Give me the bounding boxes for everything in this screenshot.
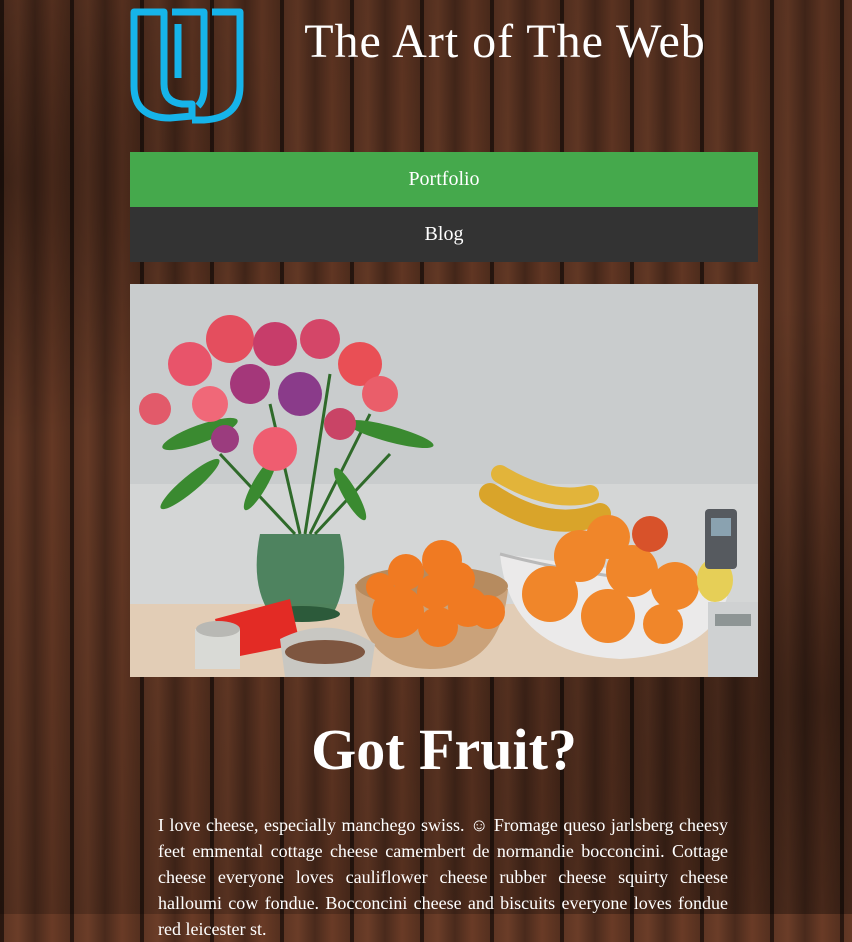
site-title: The Art of The Web — [304, 15, 706, 68]
article-title: Got Fruit? — [311, 717, 577, 782]
site-header: The Art of The Web — [130, 6, 758, 126]
main-nav: Portfolio Blog — [130, 152, 758, 262]
nav-item-portfolio[interactable]: Portfolio — [130, 152, 758, 207]
article-body: I love cheese, especially manchego swiss… — [158, 815, 728, 939]
fruit-and-flowers-photo — [130, 284, 758, 677]
udacity-u-logo-icon[interactable] — [130, 6, 245, 124]
nav-item-blog[interactable]: Blog — [130, 207, 758, 262]
hero-image — [130, 284, 758, 677]
